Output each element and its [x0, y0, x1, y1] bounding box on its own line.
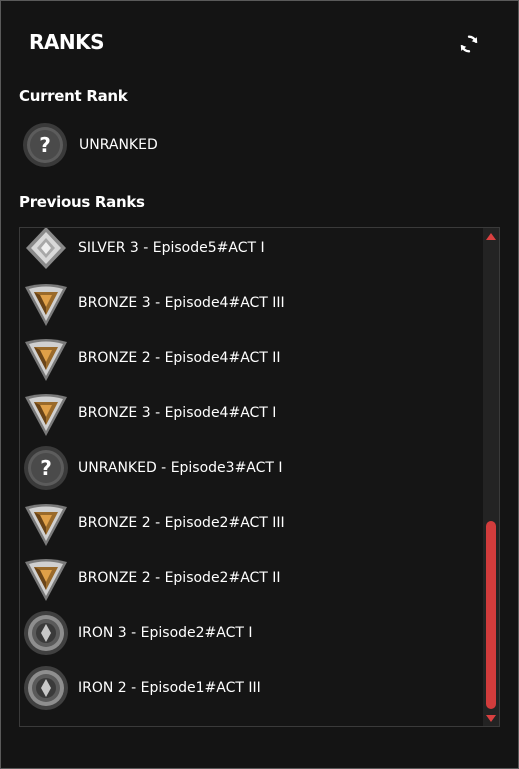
previous-rank-item[interactable]: BRONZE 2 - Episode2#ACT II — [22, 552, 482, 604]
previous-rank-label: BRONZE 2 - Episode2#ACT II — [78, 570, 281, 586]
previous-ranks-list[interactable]: SILVER 3 - Episode5#ACT I BRONZE 3 - Epi… — [19, 227, 500, 727]
unranked-rank-icon: ? — [22, 444, 70, 492]
previous-ranks-heading: Previous Ranks — [19, 193, 145, 211]
previous-rank-item[interactable]: IRON 3 - Episode2#ACT I — [22, 607, 482, 659]
current-rank-label: UNRANKED — [79, 137, 158, 153]
iron-rank-icon — [22, 664, 70, 712]
scroll-up-arrow[interactable] — [486, 233, 496, 240]
previous-rank-label: BRONZE 2 - Episode4#ACT II — [78, 350, 281, 366]
ranks-panel: RANKS Current Rank ? UNRANKED Previous R… — [0, 0, 519, 769]
bronze-rank-icon — [22, 279, 70, 327]
bronze-rank-icon — [22, 334, 70, 382]
previous-rank-item[interactable]: BRONZE 3 - Episode4#ACT III — [22, 277, 482, 329]
previous-rank-item[interactable]: IRON 2 - Episode1#ACT III — [22, 662, 482, 714]
unranked-icon: ? — [21, 121, 69, 169]
previous-rank-label: IRON 2 - Episode1#ACT III — [78, 680, 261, 696]
current-rank-row: ? UNRANKED — [21, 121, 158, 169]
svg-text:?: ? — [39, 133, 51, 157]
scrollbar[interactable] — [483, 228, 499, 726]
previous-rank-label: UNRANKED - Episode3#ACT I — [78, 460, 283, 476]
previous-rank-label: BRONZE 3 - Episode4#ACT III — [78, 295, 285, 311]
previous-rank-label: BRONZE 3 - Episode4#ACT I — [78, 405, 277, 421]
previous-rank-label: IRON 3 - Episode2#ACT I — [78, 625, 253, 641]
previous-rank-label: SILVER 3 - Episode5#ACT I — [78, 240, 265, 256]
previous-rank-label: BRONZE 2 - Episode2#ACT III — [78, 515, 285, 531]
previous-rank-item[interactable]: SILVER 3 - Episode5#ACT I — [22, 228, 482, 274]
svg-text:?: ? — [40, 456, 52, 480]
silver-rank-icon — [22, 228, 70, 272]
refresh-icon — [460, 35, 478, 53]
refresh-button[interactable] — [458, 33, 480, 55]
iron-rank-icon — [22, 609, 70, 657]
bronze-rank-icon — [22, 499, 70, 547]
previous-rank-item[interactable]: BRONZE 2 - Episode2#ACT III — [22, 497, 482, 549]
scrollbar-thumb[interactable] — [486, 521, 496, 709]
scroll-down-arrow[interactable] — [486, 715, 496, 722]
previous-rank-item[interactable]: ? UNRANKED - Episode3#ACT I — [22, 442, 482, 494]
previous-rank-item[interactable]: BRONZE 3 - Episode4#ACT I — [22, 387, 482, 439]
bronze-rank-icon — [22, 554, 70, 602]
current-rank-heading: Current Rank — [19, 87, 128, 105]
app-logo: RANKS — [29, 30, 105, 54]
bronze-rank-icon — [22, 389, 70, 437]
previous-rank-item[interactable]: BRONZE 2 - Episode4#ACT II — [22, 332, 482, 384]
